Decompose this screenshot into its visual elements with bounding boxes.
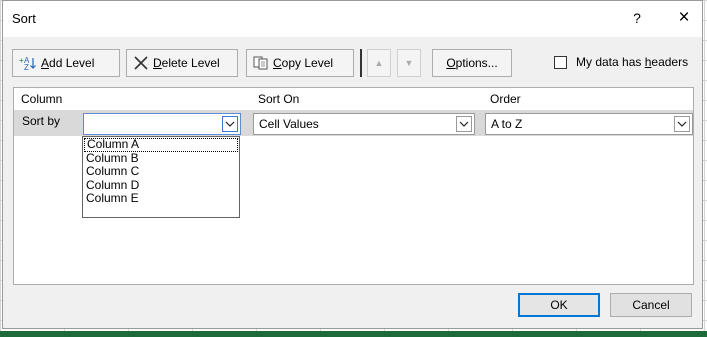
options-button[interactable]: Options...: [432, 49, 512, 77]
copy-icon: [253, 56, 269, 70]
chevron-down-icon[interactable]: [222, 116, 238, 132]
cancel-button[interactable]: Cancel: [610, 293, 692, 317]
my-data-has-headers-label[interactable]: My data has headers: [576, 55, 688, 69]
column-header: Column: [21, 92, 63, 106]
sort-on-select[interactable]: Cell Values: [253, 113, 475, 135]
excel-status-strip: [0, 331, 707, 337]
toolbar-separator: [360, 49, 362, 77]
svg-text:Z: Z: [24, 63, 29, 71]
order-header: Order: [490, 92, 521, 106]
move-up-icon: ▲: [374, 58, 384, 68]
options-label: Options...: [446, 56, 498, 70]
move-down-button[interactable]: ▼: [397, 49, 421, 77]
add-level-button[interactable]: + A Z Add Level: [12, 49, 120, 77]
copy-level-label: Copy Level: [273, 56, 334, 70]
dropdown-option[interactable]: Column A: [84, 137, 238, 152]
add-level-label: Add Level: [41, 56, 95, 70]
sort-dialog: Sort ? × + A Z Add Level Delete Level Co…: [2, 0, 703, 329]
close-button[interactable]: ×: [671, 6, 697, 30]
grid-header-row: [14, 88, 693, 111]
move-up-button[interactable]: ▲: [367, 49, 391, 77]
help-button[interactable]: ?: [625, 6, 649, 30]
my-data-has-headers-checkbox[interactable]: [554, 56, 567, 69]
column-select[interactable]: [83, 113, 241, 135]
dropdown-option[interactable]: Column E: [83, 192, 239, 206]
sort-on-value: Cell Values: [259, 117, 319, 131]
delete-level-label: Delete Level: [153, 56, 220, 70]
delete-level-button[interactable]: Delete Level: [126, 49, 238, 77]
chevron-down-icon[interactable]: [674, 116, 690, 132]
copy-level-button[interactable]: Copy Level: [246, 49, 354, 77]
title-bar: Sort ? ×: [3, 1, 702, 37]
dropdown-option[interactable]: Column C: [83, 165, 239, 179]
order-select[interactable]: A to Z: [485, 113, 693, 135]
sort-by-label: Sort by: [22, 114, 61, 128]
ok-button[interactable]: OK: [518, 293, 600, 317]
sort-on-header: Sort On: [258, 92, 300, 106]
dropdown-option[interactable]: Column B: [83, 151, 239, 166]
dialog-title: Sort: [12, 11, 36, 26]
dropdown-option[interactable]: Column D: [83, 178, 239, 193]
delete-x-icon: [133, 56, 149, 70]
column-dropdown-list: Column A Column B Column C Column D Colu…: [82, 136, 240, 218]
chevron-down-icon[interactable]: [456, 116, 472, 132]
order-value: A to Z: [491, 117, 523, 131]
add-level-icon: + A Z: [19, 55, 37, 71]
move-down-icon: ▼: [404, 58, 414, 68]
